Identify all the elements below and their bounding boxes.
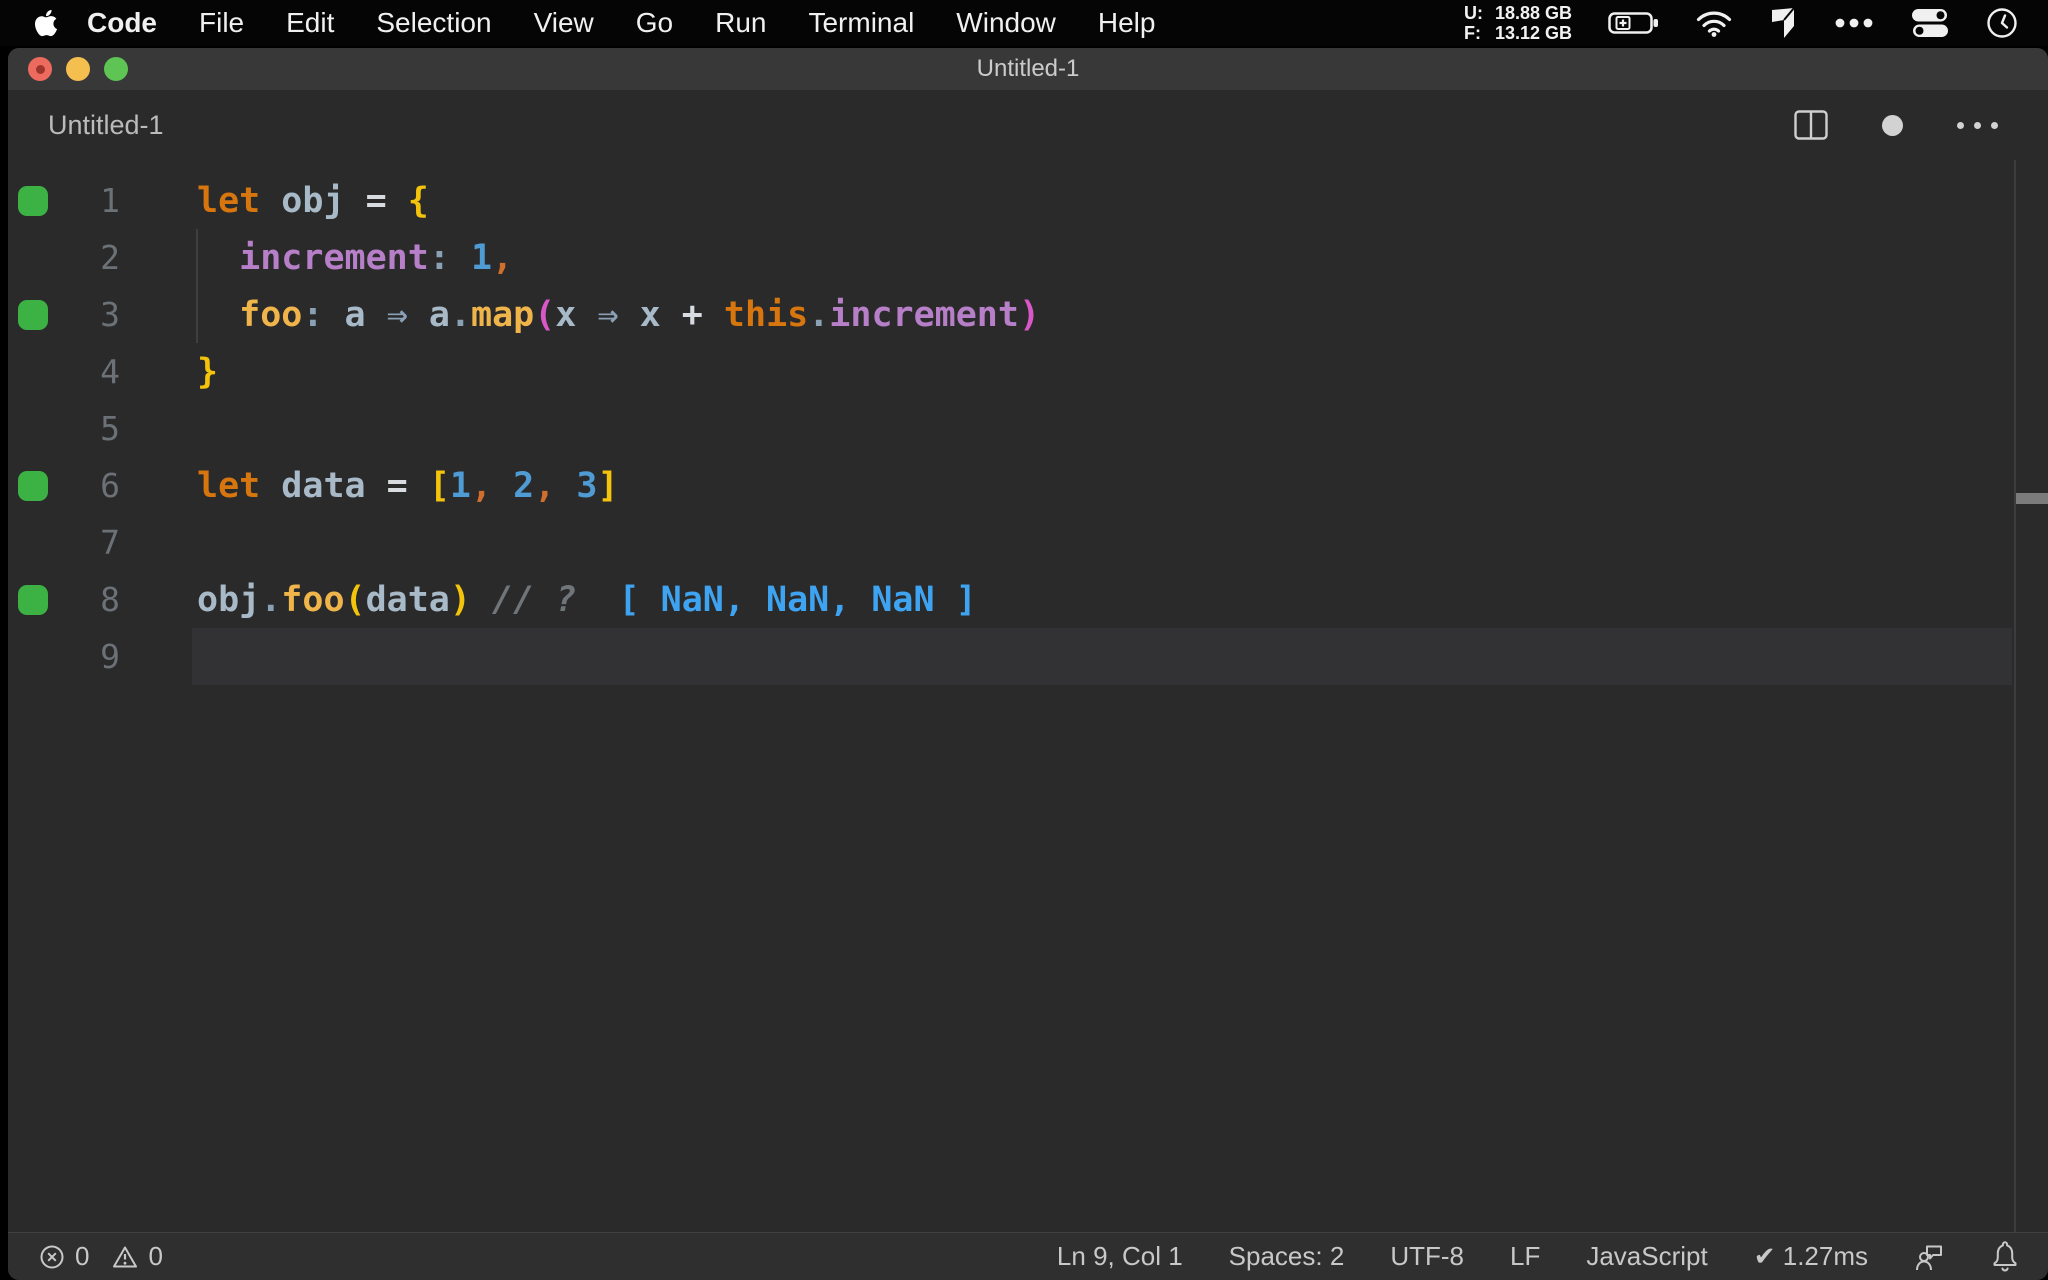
status-item-1-27ms[interactable]: ✔ 1.27ms	[1754, 1241, 1868, 1272]
coverage-indicator	[8, 172, 68, 229]
code-line-8[interactable]: 8 obj. foo(data) // ? [ NaN, NaN, NaN ]	[8, 571, 2048, 628]
overview-ruler-cursor-mark	[2016, 493, 2048, 504]
code-line-1[interactable]: 1 let obj = {	[8, 172, 2048, 229]
macos-menu-bar: Code File Edit Selection View Go Run Terminal W…	[0, 0, 2048, 46]
memory-used-label: U:	[1463, 3, 1483, 23]
warnings-count: 0	[148, 1241, 163, 1271]
coverage-indicator	[8, 457, 68, 514]
menu-item-selection[interactable]: Selection	[355, 7, 512, 39]
bell-icon[interactable]	[1990, 1240, 2020, 1273]
gutter-spacer	[8, 628, 68, 685]
menu-item-go[interactable]: Go	[615, 7, 694, 39]
line-number: 3	[100, 295, 120, 334]
code-text: let obj = {	[197, 180, 429, 221]
menu-item-edit[interactable]: Edit	[265, 7, 355, 39]
code-editor[interactable]: 1 let obj = {2 increment: 1,3 foo: a ⇒ a.…	[8, 160, 2048, 1232]
line-number: 5	[100, 409, 120, 448]
coverage-indicator	[8, 571, 68, 628]
status-bar: 0 0 Ln 9, Col 1 Spaces: 2 UTF-8 LF JavaScrip…	[8, 1232, 2048, 1280]
warning-icon	[113, 1246, 138, 1267]
menu-item-run[interactable]: Run	[694, 7, 787, 39]
memory-free-value: 13.12 GB	[1494, 23, 1572, 43]
menubar-status-area: U: 18.88 GB F: 13.12 GB	[1464, 3, 2048, 43]
line-number: 1	[100, 181, 120, 220]
gutter-spacer	[8, 343, 68, 400]
code-line-4[interactable]: 4}	[8, 343, 2048, 400]
coverage-indicator	[8, 286, 68, 343]
traffic-lights	[28, 48, 128, 90]
wifi-icon[interactable]	[1696, 10, 1732, 37]
code-line-3[interactable]: 3 foo: a ⇒ a. map(x ⇒ x + this. increment)	[8, 286, 2048, 343]
close-window-button[interactable]	[28, 57, 52, 81]
menu-item-help[interactable]: Help	[1077, 7, 1177, 39]
app-cube-icon[interactable]	[1768, 7, 1798, 39]
memory-used-value: 18.88 GB	[1494, 3, 1572, 23]
feedback-icon[interactable]	[1914, 1242, 1944, 1272]
line-number: 8	[100, 580, 120, 619]
code-text: foo: a ⇒ a. map(x ⇒ x + this. increment)	[192, 286, 1040, 343]
line-number: 4	[100, 352, 120, 391]
gutter-spacer	[8, 229, 68, 286]
window-title: Untitled-1	[976, 55, 1080, 82]
zoom-window-button[interactable]	[104, 57, 128, 81]
status-right: Ln 9, Col 1 Spaces: 2 UTF-8 LF JavaScript ✔ 1…	[1057, 1240, 2048, 1273]
vscode-window: Untitled-1 Untitled-1 1 let obj = { 2 incr…	[8, 48, 2048, 1280]
clock-icon[interactable]	[1986, 7, 2018, 39]
menu-items: File Edit Selection View Go Run Terminal Window…	[178, 7, 1176, 39]
control-center-icon[interactable]	[1910, 8, 1950, 38]
status-item-ln-9-col-1[interactable]: Ln 9, Col 1	[1057, 1241, 1183, 1272]
gutter-spacer	[8, 400, 68, 457]
status-item-javascript[interactable]: JavaScript	[1586, 1241, 1707, 1272]
line-number: 9	[100, 637, 120, 676]
menu-item-app-name[interactable]: Code	[66, 7, 178, 39]
code-text: let data = [1, 2, 3]	[197, 465, 619, 506]
menu-item-view[interactable]: View	[513, 7, 615, 39]
menu-item-window[interactable]: Window	[935, 7, 1077, 39]
error-icon	[40, 1245, 64, 1268]
code-line-5[interactable]: 5	[8, 400, 2048, 457]
open-file-label[interactable]: Untitled-1	[48, 110, 164, 141]
status-item-lf[interactable]: LF	[1510, 1241, 1540, 1272]
line-number: 6	[100, 466, 120, 505]
status-item-utf-8[interactable]: UTF-8	[1390, 1241, 1464, 1272]
gutter-spacer	[8, 514, 68, 571]
code-text: }	[197, 351, 219, 392]
minimize-window-button[interactable]	[66, 57, 90, 81]
editor-actions	[1794, 110, 2048, 140]
editor-header: Untitled-1	[8, 90, 2048, 160]
code-line-9[interactable]: 9	[8, 628, 2048, 685]
window-title-bar[interactable]: Untitled-1	[8, 48, 2048, 90]
line-number: 7	[100, 523, 120, 562]
code-text: increment: 1,	[192, 229, 513, 286]
errors-count: 0	[75, 1241, 90, 1271]
ellipsis-icon[interactable]	[1834, 18, 1874, 28]
menu-item-file[interactable]: File	[178, 7, 265, 39]
problems-button[interactable]: 0 0	[8, 1241, 163, 1272]
line-number: 2	[100, 238, 120, 277]
overview-ruler[interactable]	[2014, 160, 2048, 1232]
code-line-2[interactable]: 2 increment: 1,	[8, 229, 2048, 286]
unsaved-dot-icon[interactable]	[1882, 114, 1903, 136]
split-editor-icon[interactable]	[1794, 110, 1828, 140]
code-text: obj. foo(data) // ? [ NaN, NaN, NaN ]	[197, 579, 977, 620]
more-actions-icon[interactable]	[1957, 121, 1998, 129]
apple-icon	[34, 9, 58, 37]
menu-item-terminal[interactable]: Terminal	[787, 7, 935, 39]
status-item-spaces-2[interactable]: Spaces: 2	[1229, 1241, 1345, 1272]
code-line-7[interactable]: 7	[8, 514, 2048, 571]
battery-icon[interactable]	[1608, 10, 1660, 36]
memory-free-label: F:	[1463, 23, 1481, 43]
memory-stats[interactable]: U: 18.88 GB F: 13.12 GB	[1464, 3, 1572, 43]
code-line-6[interactable]: 6 let data = [1, 2, 3]	[8, 457, 2048, 514]
code-area[interactable]: 1 let obj = {2 increment: 1,3 foo: a ⇒ a.…	[8, 160, 2048, 685]
apple-menu[interactable]	[34, 8, 58, 38]
